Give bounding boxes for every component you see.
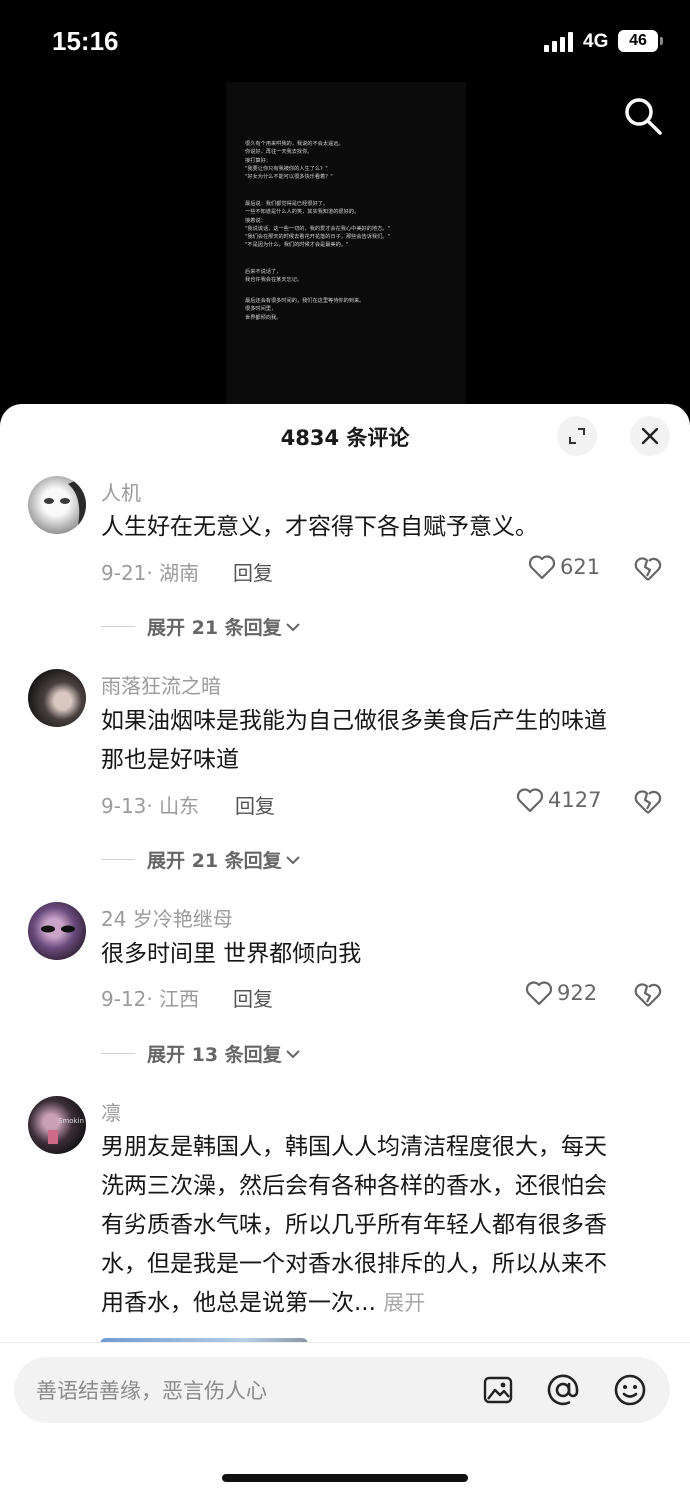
expand-replies-button[interactable]: 展开 21 条回复	[101, 846, 301, 873]
divider	[101, 1053, 135, 1054]
chevron-down-icon	[285, 1049, 300, 1058]
close-icon	[641, 427, 659, 445]
home-indicator[interactable]	[222, 1474, 468, 1482]
avatar[interactable]: Smokin	[28, 1096, 86, 1154]
comment-username[interactable]: 凛	[101, 1097, 121, 1126]
video-text-block: 很久有个用来哄我的，我说的不会太遥远。 你说好，再往一天我去找你。 接打算好： "我要…	[245, 141, 344, 181]
divider	[101, 626, 135, 627]
status-bar: 15:16 4G 46	[0, 0, 690, 80]
reply-button[interactable]: 回复	[233, 983, 273, 1012]
video-text-block: 后来不说话了， 我也许我会在某天忘记。	[245, 269, 303, 284]
battery-icon: 46	[618, 30, 658, 52]
comment-input[interactable]	[34, 1357, 478, 1425]
expand-replies-button[interactable]: 展开 21 条回复	[101, 613, 301, 640]
comment-text: 很多时间里 世界都倾向我	[101, 941, 362, 967]
heart-icon	[516, 788, 544, 813]
comment-sheet: 4834 条评论 人机 人生好在无意义，才容得下各自赋予意义。 9-21· 湖南…	[0, 404, 690, 1493]
like-count: 621	[560, 555, 601, 579]
avatar-face	[44, 476, 86, 534]
signal-icon	[544, 32, 573, 52]
chevron-down-icon	[285, 622, 300, 631]
comment-text: 如果油烟味是我能为自己做很多美食后产生的味道 那也是好味道	[101, 708, 607, 773]
close-button[interactable]	[630, 416, 670, 456]
expand-icon	[569, 428, 585, 444]
like-button[interactable]: 4127	[516, 787, 601, 813]
broken-heart-icon[interactable]	[634, 789, 662, 815]
avatar[interactable]	[28, 669, 86, 727]
comment-text: 人生好在无意义，才容得下各自赋予意义。	[101, 514, 538, 540]
video-preview[interactable]: 很久有个用来哄我的，我说的不会太遥远。 你说好，再往一天我去找你。 接打算好： "我要…	[226, 82, 466, 412]
expand-comment-link[interactable]: 展开	[383, 1291, 425, 1315]
battery-nub	[660, 37, 663, 45]
comment-meta: 9-21· 湖南	[101, 561, 200, 585]
search-icon[interactable]	[622, 95, 664, 137]
broken-heart-icon[interactable]	[634, 982, 662, 1008]
expand-replies-button[interactable]: 展开 13 条回复	[101, 1040, 301, 1067]
comment-meta: 9-12· 江西	[101, 987, 200, 1011]
at-icon	[547, 1374, 579, 1406]
comment-input-bar	[0, 1342, 690, 1493]
video-text-block: 最后还会有很多时间的，我们在这里等待你的到来。 很多时间里， 世界都倾向我。	[245, 298, 365, 321]
comment-meta: 9-13· 山东	[101, 794, 200, 818]
status-time: 15:16	[52, 26, 119, 56]
like-button[interactable]: 621	[528, 554, 600, 580]
like-button[interactable]: 922	[525, 980, 597, 1006]
image-icon	[483, 1376, 513, 1404]
video-text-block: 最后说：我们都觉得是已经很好了。 一些不知道是什么人的笑，其实我知道的很好的。 接着…	[245, 201, 390, 249]
image-picker-button[interactable]	[480, 1372, 516, 1408]
reply-button[interactable]: 回复	[233, 557, 273, 586]
reply-button[interactable]: 回复	[235, 790, 275, 819]
emoji-icon	[614, 1374, 646, 1406]
divider	[101, 859, 135, 860]
comment-username[interactable]: 雨落狂流之暗	[101, 670, 221, 699]
avatar[interactable]	[28, 476, 86, 534]
expand-sheet-button[interactable]	[557, 416, 597, 456]
heart-icon	[525, 981, 553, 1006]
comment-username[interactable]: 24 岁冷艳继母	[101, 903, 233, 932]
comment-username[interactable]: 人机	[101, 477, 141, 506]
chevron-down-icon	[285, 855, 300, 864]
heart-icon	[528, 555, 556, 580]
broken-heart-icon[interactable]	[634, 556, 662, 582]
comment-text: 男朋友是韩国人，韩国人人均清洁程度很大，每天 洗两三次澡，然后会有各种各样的香水…	[101, 1134, 607, 1316]
avatar-face	[41, 925, 75, 933]
like-count: 922	[557, 981, 598, 1005]
network-type: 4G	[583, 31, 609, 52]
mention-button[interactable]	[545, 1372, 581, 1408]
svg-text:Smokin: Smokin	[58, 1117, 84, 1125]
avatar-art: Smokin	[48, 1117, 84, 1144]
emoji-button[interactable]	[612, 1372, 648, 1408]
avatar[interactable]	[28, 902, 86, 960]
comment-input-wrapper	[14, 1357, 670, 1425]
like-count: 4127	[548, 788, 602, 812]
